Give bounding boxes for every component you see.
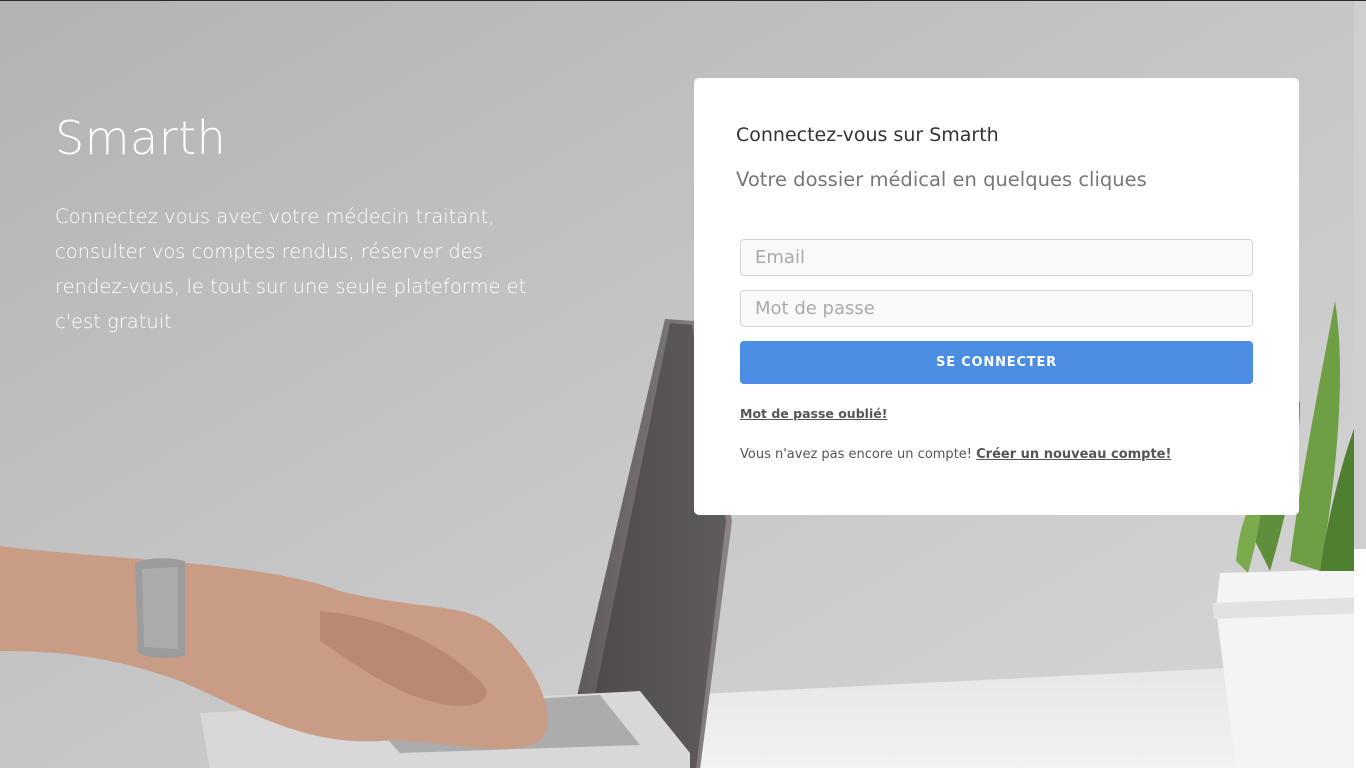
forgot-password-link[interactable]: Mot de passe oublié!: [740, 406, 887, 421]
hero-section: Smarth Connectez vous avec votre médecin…: [55, 109, 535, 339]
signup-prompt: Vous n'avez pas encore un compte! Créer …: [740, 446, 1253, 464]
login-subtitle: Votre dossier médical en quelques clique…: [736, 168, 1147, 191]
password-input[interactable]: [740, 290, 1253, 327]
email-input[interactable]: [740, 239, 1253, 276]
create-account-link[interactable]: Créer un nouveau compte!: [976, 447, 1171, 462]
login-card: Connectez-vous sur Smarth Votre dossier …: [694, 78, 1299, 515]
login-button[interactable]: SE CONNECTER: [740, 341, 1253, 384]
hero-description: Connectez vous avec votre médecin traita…: [55, 205, 527, 333]
login-form: SE CONNECTER Mot de passe oublié! Vous n…: [740, 239, 1253, 464]
no-account-text: Vous n'avez pas encore un compte!: [740, 447, 972, 462]
brand-title: Smarth: [55, 111, 227, 165]
login-page: Smarth Connectez vous avec votre médecin…: [0, 0, 1366, 768]
login-title: Connectez-vous sur Smarth: [736, 124, 999, 146]
